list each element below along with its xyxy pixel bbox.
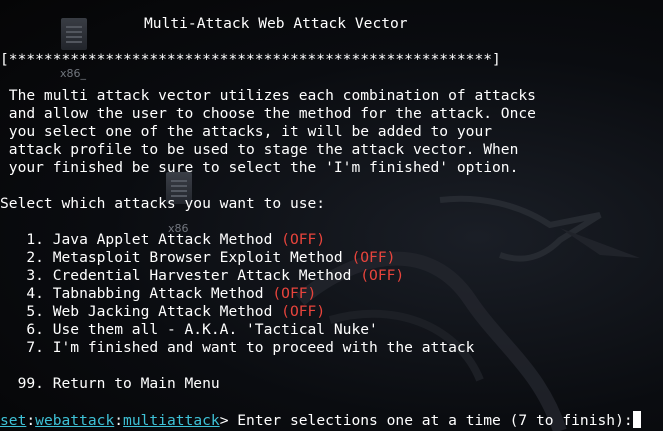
separator-line: [***************************************… bbox=[0, 51, 501, 68]
select-prompt: Select which attacks you want to use: bbox=[0, 195, 326, 212]
desktop-file-icon[interactable] bbox=[61, 18, 87, 50]
description-line: and allow the user to choose the method … bbox=[0, 105, 536, 122]
prompt-separator: : bbox=[26, 412, 36, 429]
menu-item-label: Metasploit Browser Exploit Method bbox=[52, 249, 343, 266]
menu-item-label: Credential Harvester Attack Method bbox=[52, 267, 352, 284]
menu-item-metasploit-browser[interactable]: 2. Metasploit Browser Exploit Method (OF… bbox=[0, 249, 395, 267]
menu-item-java-applet[interactable]: 1. Java Applet Attack Method (OFF) bbox=[0, 231, 325, 249]
menu-item-label: Web Jacking Attack Method bbox=[52, 303, 273, 320]
prompt-separator: : bbox=[114, 412, 124, 429]
status-badge: (OFF) bbox=[272, 285, 317, 302]
menu-item-number: 1. bbox=[0, 231, 53, 248]
menu-item-number: 4. bbox=[0, 285, 53, 302]
text-cursor[interactable] bbox=[632, 411, 641, 428]
prompt-segment-webattack: webattack bbox=[35, 412, 115, 429]
menu-item-label: I'm finished and want to proceed with th… bbox=[52, 339, 475, 356]
menu-item-number: 2. bbox=[0, 249, 53, 266]
description-line: attack profile to be used to stage the a… bbox=[0, 141, 519, 158]
menu-item-label: Use them all - A.K.A. 'Tactical Nuke' bbox=[52, 321, 378, 338]
status-badge: (OFF) bbox=[281, 231, 326, 248]
description-line: The multi attack vector utilizes each co… bbox=[0, 87, 536, 104]
prompt-text: > Enter selections one at a time (7 to f… bbox=[219, 412, 633, 429]
description-line: you select one of the attacks, it will b… bbox=[0, 123, 493, 140]
terminal-window[interactable]: x86_ x86 Multi-Attack Web Attack Vector … bbox=[0, 0, 663, 431]
menu-item-number: 5. bbox=[0, 303, 53, 320]
menu-item-number: 7. bbox=[0, 339, 53, 356]
menu-item-tabnabbing[interactable]: 4. Tabnabbing Attack Method (OFF) bbox=[0, 285, 316, 303]
menu-item-label: Return to Main Menu bbox=[52, 375, 220, 392]
menu-title: Multi-Attack Web Attack Vector bbox=[144, 15, 408, 32]
status-badge: (OFF) bbox=[360, 267, 405, 284]
menu-item-label: Tabnabbing Attack Method bbox=[52, 285, 264, 302]
menu-item-label: Java Applet Attack Method bbox=[52, 231, 273, 248]
menu-item-number: 3. bbox=[0, 267, 53, 284]
menu-item-tactical-nuke[interactable]: 6. Use them all - A.K.A. 'Tactical Nuke' bbox=[0, 321, 378, 339]
command-prompt[interactable]: set:webattack:multiattack> Enter selecti… bbox=[0, 411, 641, 429]
menu-item-number: 99. bbox=[0, 375, 53, 392]
status-badge: (OFF) bbox=[351, 249, 396, 266]
status-badge: (OFF) bbox=[281, 303, 326, 320]
menu-item-web-jacking[interactable]: 5. Web Jacking Attack Method (OFF) bbox=[0, 303, 325, 321]
menu-item-number: 6. bbox=[0, 321, 53, 338]
menu-item-finished[interactable]: 7. I'm finished and want to proceed with… bbox=[0, 339, 474, 357]
description-line: your finished be sure to select the 'I'm… bbox=[0, 159, 519, 176]
prompt-segment-multiattack: multiattack bbox=[123, 412, 220, 429]
prompt-segment-set: set bbox=[0, 412, 27, 429]
menu-item-return-main[interactable]: 99. Return to Main Menu bbox=[0, 375, 220, 393]
menu-item-credential-harvester[interactable]: 3. Credential Harvester Attack Method (O… bbox=[0, 267, 404, 285]
